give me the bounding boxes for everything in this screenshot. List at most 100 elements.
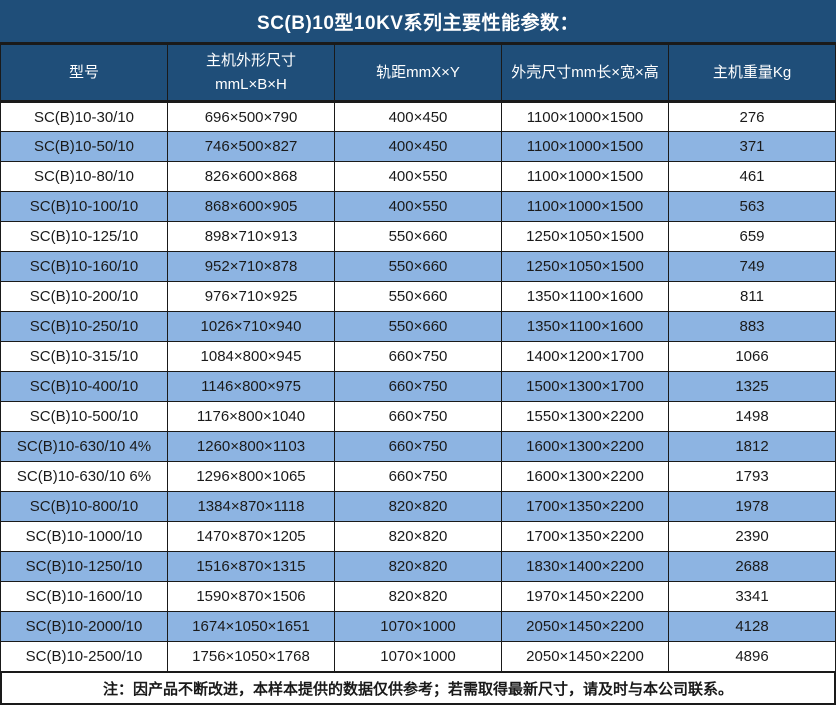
table-cell: 3341 — [669, 582, 836, 612]
table-cell: 1400×1200×1700 — [502, 342, 669, 372]
table-row: SC(B)10-800/101384×870×1118820×8201700×1… — [1, 492, 836, 522]
col-header-host-dimensions: 主机外形尺寸 mmL×B×H — [168, 45, 335, 102]
table-cell: 1100×1000×1500 — [502, 102, 669, 132]
table-cell: 276 — [669, 102, 836, 132]
table-cell: 1146×800×975 — [168, 372, 335, 402]
table-cell: 2050×1450×2200 — [502, 642, 669, 672]
table-cell: 660×750 — [335, 402, 502, 432]
table-cell: 1100×1000×1500 — [502, 162, 669, 192]
table-cell: 1600×1300×2200 — [502, 462, 669, 492]
col-header-host-dimensions-line1: 主机外形尺寸 — [168, 49, 334, 73]
table-cell: SC(B)10-630/10 4% — [1, 432, 168, 462]
table-cell: 1590×870×1506 — [168, 582, 335, 612]
table-cell: 1978 — [669, 492, 836, 522]
table-cell: 1516×870×1315 — [168, 552, 335, 582]
page-title: SC(B)10型10KV系列主要性能参数： — [0, 0, 836, 44]
table-row: SC(B)10-2000/101674×1050×16511070×100020… — [1, 612, 836, 642]
table-cell: SC(B)10-80/10 — [1, 162, 168, 192]
table-cell: SC(B)10-160/10 — [1, 252, 168, 282]
table-cell: 1674×1050×1651 — [168, 612, 335, 642]
table-row: SC(B)10-400/101146×800×975660×7501500×13… — [1, 372, 836, 402]
table-cell: 820×820 — [335, 492, 502, 522]
table-cell: 1084×800×945 — [168, 342, 335, 372]
footer-note: 注：因产品不断改进，本样本提供的数据仅供参考；若需取得最新尺寸，请及时与本公司联… — [0, 672, 836, 705]
table-cell: SC(B)10-50/10 — [1, 132, 168, 162]
table-cell: 1250×1050×1500 — [502, 222, 669, 252]
table-cell: SC(B)10-30/10 — [1, 102, 168, 132]
col-header-rail-gauge: 轨距mmX×Y — [335, 45, 502, 102]
table-cell: SC(B)10-2000/10 — [1, 612, 168, 642]
table-cell: 746×500×827 — [168, 132, 335, 162]
table-cell: 1550×1300×2200 — [502, 402, 669, 432]
table-cell: SC(B)10-1250/10 — [1, 552, 168, 582]
table-row: SC(B)10-1250/101516×870×1315820×8201830×… — [1, 552, 836, 582]
table-cell: 1700×1350×2200 — [502, 492, 669, 522]
table-cell: 883 — [669, 312, 836, 342]
table-cell: 461 — [669, 162, 836, 192]
table-cell: SC(B)10-2500/10 — [1, 642, 168, 672]
table-cell: 660×750 — [335, 372, 502, 402]
table-cell: 2688 — [669, 552, 836, 582]
table-cell: 1260×800×1103 — [168, 432, 335, 462]
col-header-weight: 主机重量Kg — [669, 45, 836, 102]
table-cell: 1296×800×1065 — [168, 462, 335, 492]
table-cell: 550×660 — [335, 282, 502, 312]
table-cell: SC(B)10-630/10 6% — [1, 462, 168, 492]
table-cell: 826×600×868 — [168, 162, 335, 192]
table-row: SC(B)10-50/10746×500×827400×4501100×1000… — [1, 132, 836, 162]
table-row: SC(B)10-250/101026×710×940550×6601350×11… — [1, 312, 836, 342]
table-row: SC(B)10-2500/101756×1050×17681070×100020… — [1, 642, 836, 672]
table-row: SC(B)10-1600/101590×870×1506820×8201970×… — [1, 582, 836, 612]
table-cell: 400×450 — [335, 132, 502, 162]
table-cell: 1176×800×1040 — [168, 402, 335, 432]
table-row: SC(B)10-200/10976×710×925550×6601350×110… — [1, 282, 836, 312]
table-cell: 400×550 — [335, 192, 502, 222]
table-cell: 1350×1100×1600 — [502, 282, 669, 312]
table-cell: 1066 — [669, 342, 836, 372]
table-cell: SC(B)10-500/10 — [1, 402, 168, 432]
table-cell: 820×820 — [335, 552, 502, 582]
table-cell: 1325 — [669, 372, 836, 402]
table-cell: 1756×1050×1768 — [168, 642, 335, 672]
table-row: SC(B)10-500/101176×800×1040660×7501550×1… — [1, 402, 836, 432]
table-cell: 400×550 — [335, 162, 502, 192]
table-cell: 952×710×878 — [168, 252, 335, 282]
table-cell: 1350×1100×1600 — [502, 312, 669, 342]
table-row: SC(B)10-630/10 6%1296×800×1065660×750160… — [1, 462, 836, 492]
table-cell: 1070×1000 — [335, 612, 502, 642]
col-header-model: 型号 — [1, 45, 168, 102]
table-cell: 1026×710×940 — [168, 312, 335, 342]
col-header-shell-dimensions: 外壳尺寸mm长×宽×高 — [502, 45, 669, 102]
table-body: SC(B)10-30/10696×500×790400×4501100×1000… — [1, 102, 836, 672]
table-cell: 400×450 — [335, 102, 502, 132]
table-cell: 2050×1450×2200 — [502, 612, 669, 642]
table-row: SC(B)10-30/10696×500×790400×4501100×1000… — [1, 102, 836, 132]
table-cell: SC(B)10-125/10 — [1, 222, 168, 252]
table-cell: SC(B)10-800/10 — [1, 492, 168, 522]
table-cell: 563 — [669, 192, 836, 222]
table-cell: 1100×1000×1500 — [502, 192, 669, 222]
table-row: SC(B)10-1000/101470×870×1205820×8201700×… — [1, 522, 836, 552]
header-row: 型号 主机外形尺寸 mmL×B×H 轨距mmX×Y 外壳尺寸mm长×宽×高 主机… — [1, 45, 836, 102]
table-cell: SC(B)10-400/10 — [1, 372, 168, 402]
table-cell: 1830×1400×2200 — [502, 552, 669, 582]
table-row: SC(B)10-125/10898×710×913550×6601250×105… — [1, 222, 836, 252]
table-cell: 4128 — [669, 612, 836, 642]
table-cell: SC(B)10-100/10 — [1, 192, 168, 222]
table-cell: 1100×1000×1500 — [502, 132, 669, 162]
table-cell: 660×750 — [335, 432, 502, 462]
table-cell: 1250×1050×1500 — [502, 252, 669, 282]
table-cell: 1700×1350×2200 — [502, 522, 669, 552]
table-cell: 550×660 — [335, 222, 502, 252]
table-cell: 1384×870×1118 — [168, 492, 335, 522]
table-cell: SC(B)10-1600/10 — [1, 582, 168, 612]
table-cell: 811 — [669, 282, 836, 312]
table-cell: SC(B)10-1000/10 — [1, 522, 168, 552]
spec-sheet-page: SC(B)10型10KV系列主要性能参数： 型号 主机外形尺寸 mmL×B×H … — [0, 0, 836, 705]
table-cell: 976×710×925 — [168, 282, 335, 312]
table-cell: 659 — [669, 222, 836, 252]
table-cell: SC(B)10-200/10 — [1, 282, 168, 312]
table-row: SC(B)10-100/10868×600×905400×5501100×100… — [1, 192, 836, 222]
table-cell: 868×600×905 — [168, 192, 335, 222]
table-cell: 1500×1300×1700 — [502, 372, 669, 402]
